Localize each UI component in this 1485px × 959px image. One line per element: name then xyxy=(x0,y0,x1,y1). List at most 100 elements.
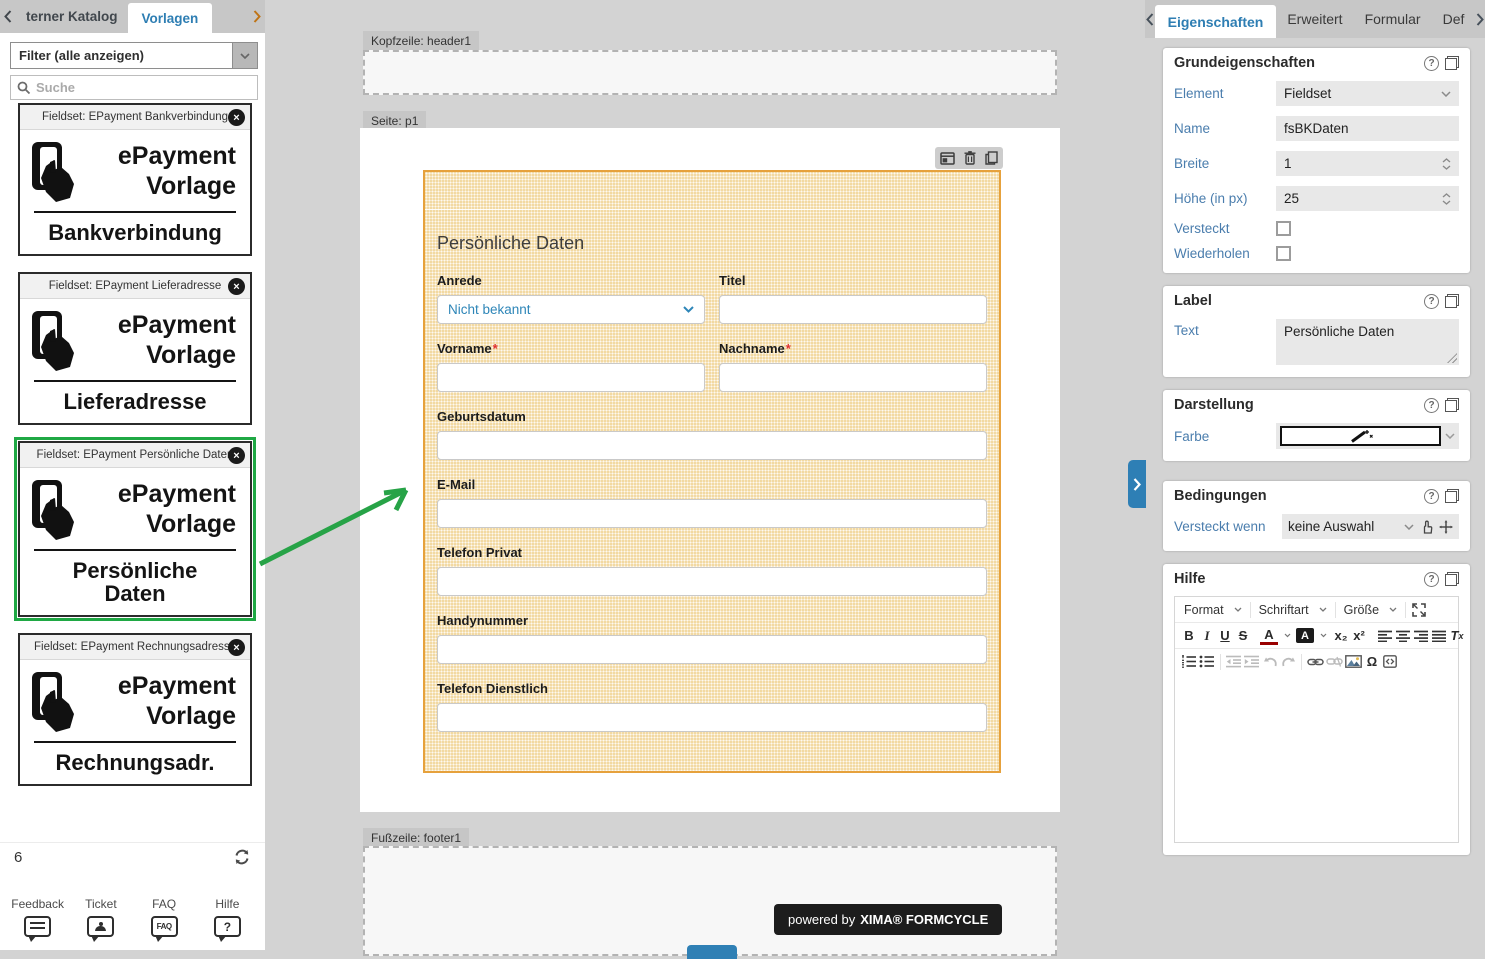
submit-button-partial[interactable] xyxy=(687,945,737,959)
underline-button[interactable]: U xyxy=(1216,626,1234,645)
chevron-down-icon[interactable] xyxy=(1278,626,1296,645)
duplicate-icon[interactable] xyxy=(1445,56,1459,70)
tab-erweitert[interactable]: Erweitert xyxy=(1276,0,1353,38)
add-condition-icon[interactable] xyxy=(1439,519,1453,534)
resize-grip-icon[interactable] xyxy=(1447,353,1457,363)
name-input[interactable]: fsBKDaten xyxy=(1276,116,1459,141)
email-input[interactable] xyxy=(437,499,987,528)
template-card-persoenliche-daten[interactable]: Fieldset: EPayment Persönliche Daten × e… xyxy=(14,437,256,622)
spinner-down-icon[interactable] xyxy=(1442,164,1451,170)
ticket-button[interactable]: Ticket xyxy=(73,897,129,942)
undo-icon[interactable] xyxy=(1261,652,1279,671)
help-circle-icon[interactable]: ? xyxy=(1424,293,1439,309)
fieldset-persoenliche-daten[interactable]: Persönliche Daten Anrede Nicht bekannt T… xyxy=(423,170,1001,773)
help-button[interactable]: Hilfe ? xyxy=(199,897,255,942)
chevron-down-icon[interactable] xyxy=(232,43,257,68)
tab-externer-katalog[interactable]: terner Katalog xyxy=(16,0,128,33)
help-circle-icon[interactable]: ? xyxy=(1424,571,1439,587)
versteckt-checkbox[interactable] xyxy=(1276,221,1291,236)
refresh-icon[interactable] xyxy=(233,849,251,865)
help-circle-icon[interactable]: ? xyxy=(1424,55,1439,71)
duplicate-icon[interactable] xyxy=(1445,572,1459,586)
copy-icon[interactable] xyxy=(985,151,998,165)
nachname-input[interactable] xyxy=(719,363,987,392)
align-justify-icon[interactable] xyxy=(1430,626,1448,645)
duplicate-icon[interactable] xyxy=(1445,489,1459,503)
chevron-right-icon[interactable] xyxy=(1475,0,1485,38)
color-field[interactable] xyxy=(1280,426,1441,446)
chevron-right-icon[interactable] xyxy=(249,0,265,33)
strikethrough-button[interactable]: S xyxy=(1234,626,1252,645)
spinner-down-icon[interactable] xyxy=(1442,199,1451,205)
panel-collapse-handle[interactable] xyxy=(1128,460,1146,508)
geburtsdatum-input[interactable] xyxy=(437,431,987,460)
duplicate-icon[interactable] xyxy=(1445,294,1459,308)
template-card-lieferadresse[interactable]: Fieldset: EPayment Lieferadresse × ePaym… xyxy=(18,272,252,426)
element-select[interactable]: Fieldset xyxy=(1276,81,1459,106)
hoehe-stepper[interactable]: 25 xyxy=(1276,186,1459,211)
unlink-icon[interactable] xyxy=(1325,652,1344,671)
close-icon[interactable]: × xyxy=(228,639,245,657)
handynummer-input[interactable] xyxy=(437,635,987,664)
search-input[interactable] xyxy=(36,80,251,95)
ordered-list-icon[interactable] xyxy=(1180,652,1198,671)
link-icon[interactable] xyxy=(1306,652,1325,671)
trash-icon[interactable] xyxy=(964,151,976,165)
telefon-privat-input[interactable] xyxy=(437,567,987,596)
titel-input[interactable] xyxy=(719,295,987,324)
indent-icon[interactable] xyxy=(1243,652,1261,671)
close-icon[interactable]: × xyxy=(228,109,245,126)
align-right-icon[interactable] xyxy=(1412,626,1430,645)
align-left-icon[interactable] xyxy=(1376,626,1394,645)
footer-drop-zone[interactable]: powered by XIMA® FORMCYCLE xyxy=(363,846,1057,959)
close-icon[interactable]: × xyxy=(228,278,245,296)
versteckt-wenn-select[interactable]: keine Auswahl xyxy=(1282,514,1459,539)
telefon-dienstlich-input[interactable] xyxy=(437,703,987,732)
tab-formular[interactable]: Formular xyxy=(1354,0,1432,38)
superscript-button[interactable]: x² xyxy=(1350,626,1368,645)
maximize-icon[interactable] xyxy=(1410,600,1428,619)
chevron-down-icon[interactable] xyxy=(1314,626,1332,645)
groesse-dropdown[interactable]: Größe xyxy=(1340,601,1401,619)
image-icon[interactable] xyxy=(1344,652,1363,671)
powered-by-button[interactable]: powered by XIMA® FORMCYCLE xyxy=(774,904,1003,935)
farbe-color-picker[interactable] xyxy=(1276,423,1459,449)
duplicate-icon[interactable] xyxy=(1445,398,1459,412)
bold-button[interactable]: B xyxy=(1180,626,1198,645)
faq-button[interactable]: FAQ FAQ xyxy=(136,897,192,942)
hilfe-editor-area[interactable] xyxy=(1175,674,1458,842)
italic-button[interactable]: I xyxy=(1198,626,1216,645)
header-drop-zone[interactable] xyxy=(363,50,1057,95)
chevron-left-icon[interactable] xyxy=(1145,0,1155,38)
bg-color-button[interactable]: A xyxy=(1296,628,1314,643)
wiederholen-checkbox[interactable] xyxy=(1276,246,1291,261)
breite-stepper[interactable]: 1 xyxy=(1276,151,1459,176)
form-properties-icon[interactable] xyxy=(940,151,955,165)
tab-eigenschaften[interactable]: Eigenschaften xyxy=(1154,5,1277,38)
vorname-input[interactable] xyxy=(437,363,705,392)
align-center-icon[interactable] xyxy=(1394,626,1412,645)
help-circle-icon[interactable]: ? xyxy=(1424,488,1439,504)
tab-vorlagen[interactable]: Vorlagen xyxy=(127,3,213,33)
text-color-button[interactable]: A xyxy=(1260,626,1278,645)
fieldset-drop-strip[interactable] xyxy=(425,172,999,210)
chevron-down-icon[interactable] xyxy=(1445,433,1455,439)
close-icon[interactable]: × xyxy=(228,447,245,465)
spinner-up-icon[interactable] xyxy=(1442,157,1451,163)
template-card-rechnungsadresse[interactable]: Fieldset: EPayment Rechnungsadresse × eP… xyxy=(18,633,252,787)
source-code-icon[interactable] xyxy=(1381,652,1399,671)
outdent-icon[interactable] xyxy=(1225,652,1243,671)
special-char-button[interactable]: Ω xyxy=(1363,652,1381,671)
feedback-button[interactable]: Feedback xyxy=(10,897,66,942)
filter-select[interactable]: Filter (alle anzeigen) xyxy=(10,42,258,69)
redo-icon[interactable] xyxy=(1279,652,1297,671)
spinner-up-icon[interactable] xyxy=(1442,192,1451,198)
schriftart-dropdown[interactable]: Schriftart xyxy=(1255,601,1331,619)
chevron-left-icon[interactable] xyxy=(0,0,16,33)
remove-format-button[interactable]: Tx xyxy=(1448,626,1466,645)
subscript-button[interactable]: x₂ xyxy=(1332,626,1350,645)
help-circle-icon[interactable]: ? xyxy=(1424,397,1439,413)
template-card-bankverbindung[interactable]: Fieldset: EPayment Bankverbindung × ePay… xyxy=(18,103,252,257)
label-text-textarea[interactable]: Persönliche Daten xyxy=(1276,319,1459,365)
tab-def[interactable]: Def xyxy=(1432,0,1476,38)
